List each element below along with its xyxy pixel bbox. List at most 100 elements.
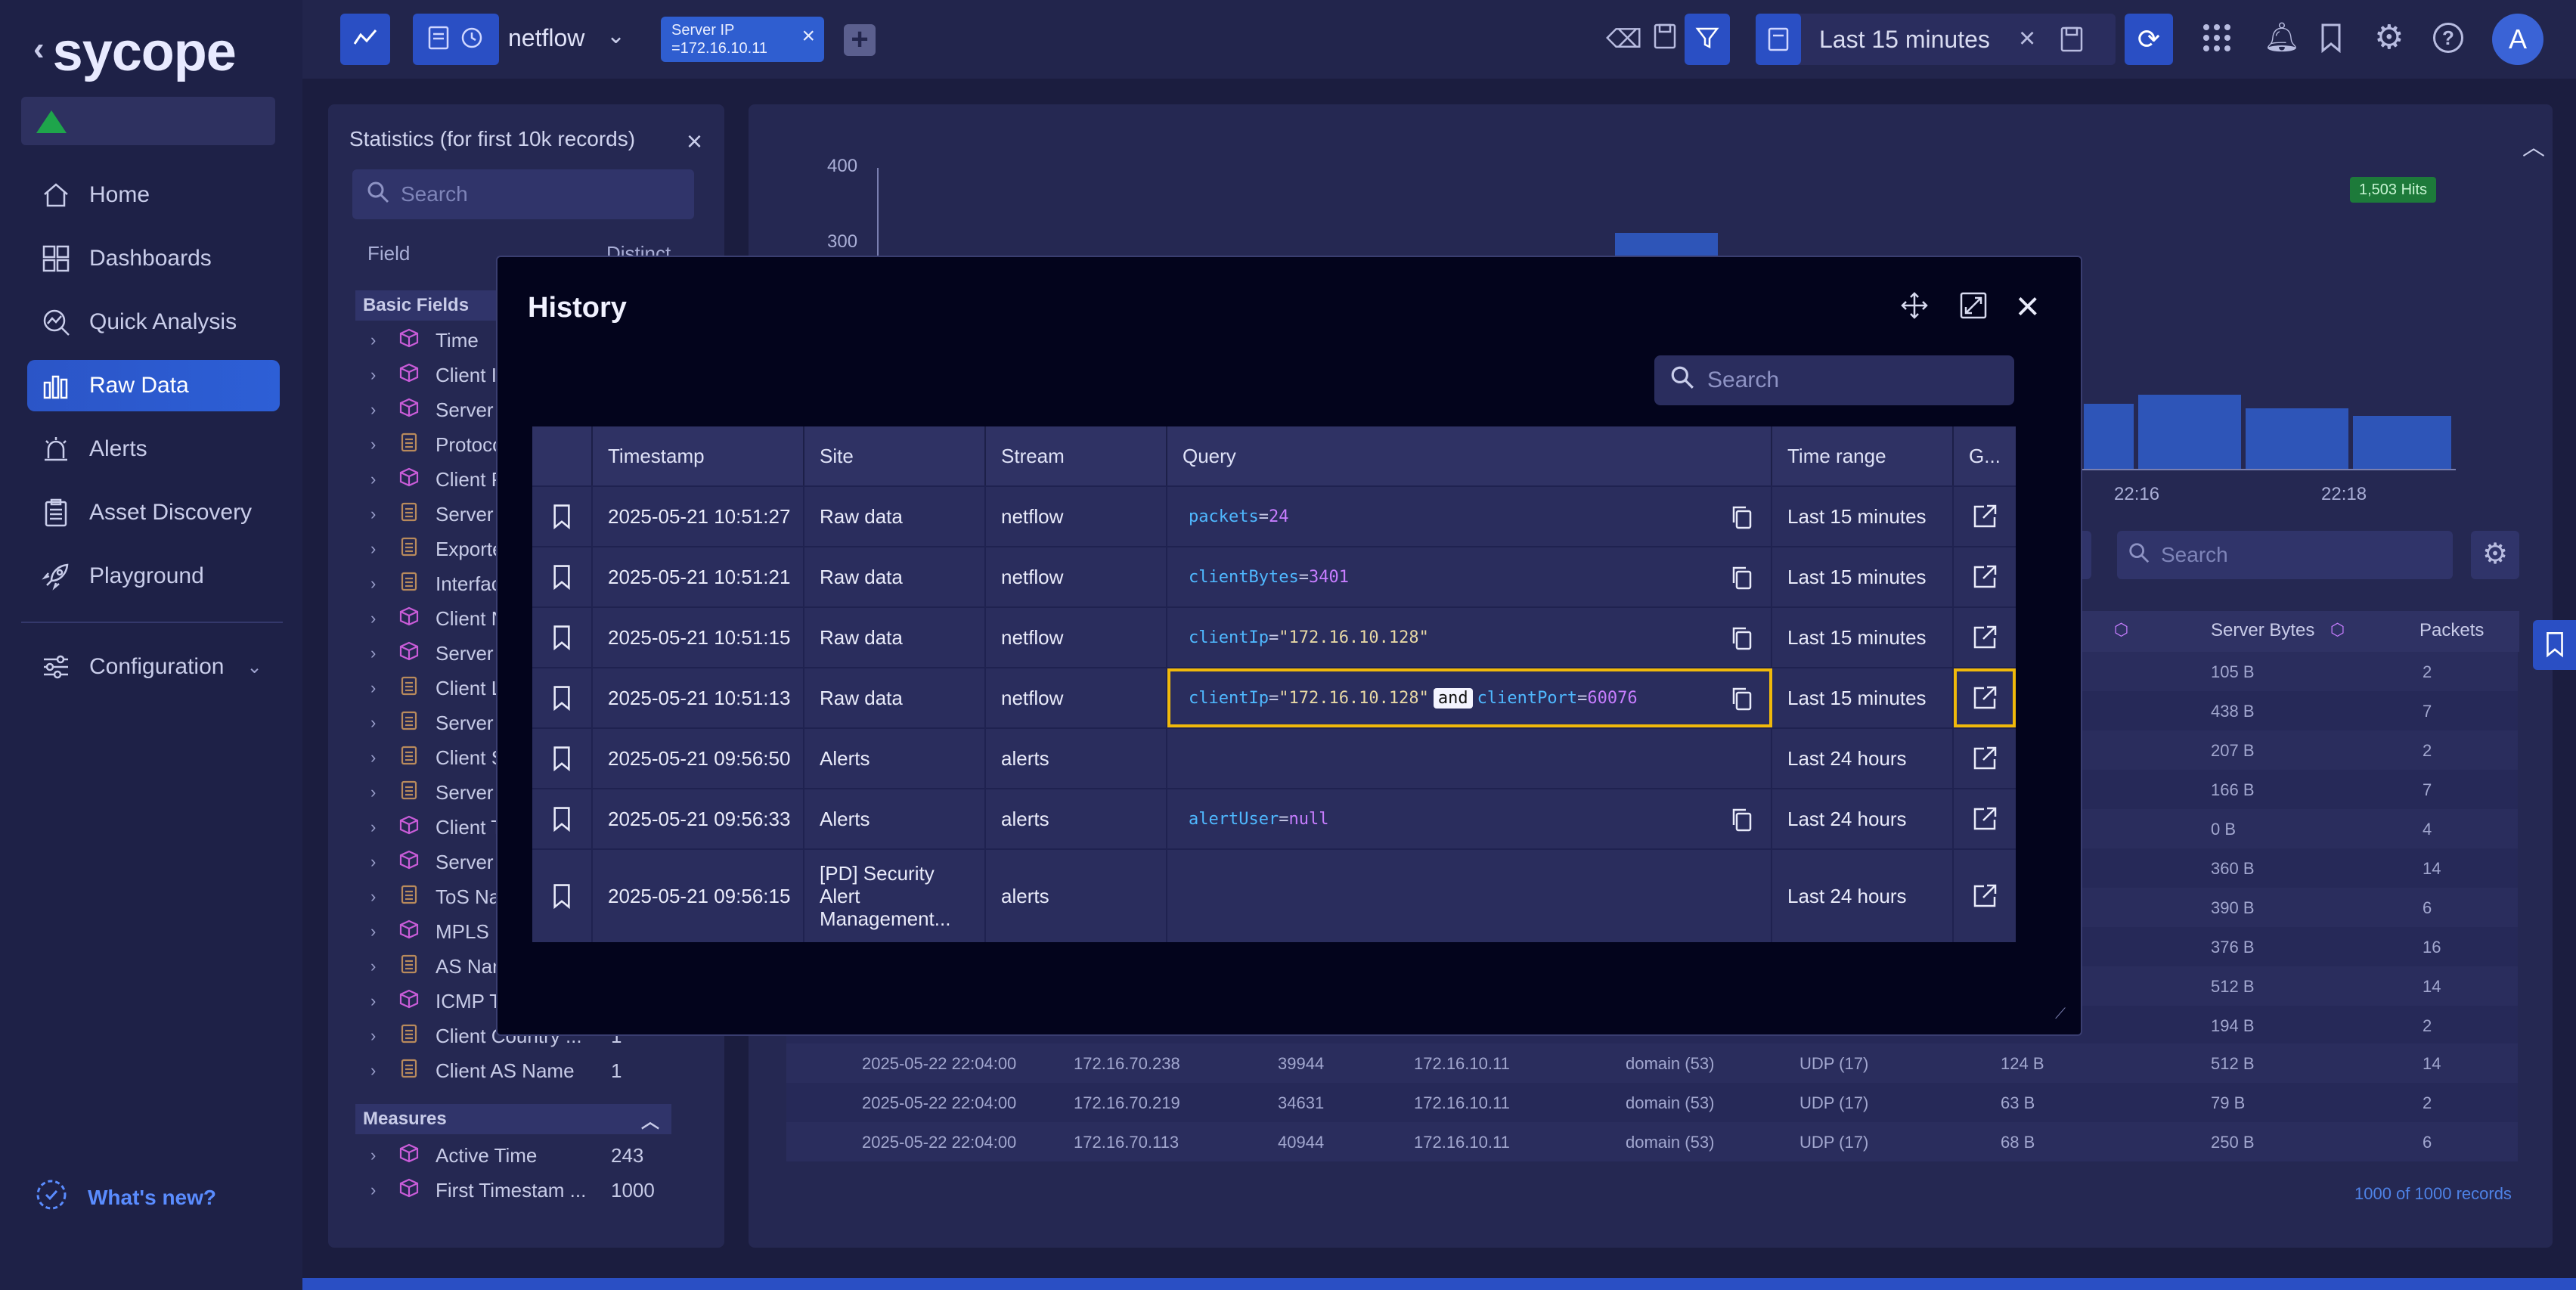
field-row[interactable]: › Client P: [370, 463, 504, 496]
history-row[interactable]: 2025-05-21 09:56:15 [PD] Security Alert M…: [532, 848, 2016, 942]
history-icon[interactable]: [459, 25, 485, 54]
field-row[interactable]: › Interfac: [370, 567, 501, 600]
move-icon[interactable]: [1899, 290, 1930, 324]
bookmark-icon[interactable]: [532, 487, 593, 546]
chevron-right-icon[interactable]: ›: [370, 1146, 386, 1165]
chevron-right-icon[interactable]: ›: [370, 539, 386, 559]
cell-query[interactable]: [1167, 850, 1772, 942]
bookmark-icon[interactable]: [532, 668, 593, 727]
open-query-icon[interactable]: [1954, 487, 2016, 546]
nav-asset-discovery[interactable]: Asset Discovery: [27, 487, 280, 538]
chevron-right-icon[interactable]: ›: [370, 748, 386, 767]
nav-dashboards[interactable]: Dashboards: [27, 233, 280, 284]
chevron-right-icon[interactable]: ›: [370, 643, 386, 663]
open-query-icon[interactable]: [1954, 547, 2016, 606]
field-row[interactable]: › Client L: [370, 671, 502, 705]
chevron-right-icon[interactable]: ›: [370, 991, 386, 1011]
field-row[interactable]: › Server I: [370, 393, 504, 426]
bookmark-icon[interactable]: [532, 547, 593, 606]
cell-query[interactable]: clientIp = "172.16.10.128" and clientPort …: [1167, 668, 1772, 727]
col-server-bytes[interactable]: Server Bytes: [2211, 620, 2314, 641]
whats-new-link[interactable]: What's new?: [33, 1177, 216, 1218]
stream-dropdown-chevron-icon[interactable]: ⌄: [606, 23, 625, 49]
bookmark-icon[interactable]: [532, 608, 593, 667]
open-query-icon[interactable]: [1954, 729, 2016, 788]
history-row[interactable]: 2025-05-21 10:51:13 Raw data netflow client…: [532, 667, 2016, 727]
col-go[interactable]: G...: [1954, 426, 2016, 485]
field-row[interactable]: › Client IP: [370, 358, 510, 392]
cell-query[interactable]: clientIp = "172.16.10.128": [1167, 608, 1772, 667]
chart-bar[interactable]: [2246, 408, 2348, 469]
save-query-icon[interactable]: [1653, 23, 1677, 54]
col-stream[interactable]: Stream: [986, 426, 1167, 485]
table-settings-icon[interactable]: ⚙: [2471, 531, 2519, 579]
field-row[interactable]: › Server N: [370, 637, 513, 670]
open-query-icon[interactable]: [1954, 668, 2016, 727]
chevron-right-icon[interactable]: ›: [370, 1026, 386, 1046]
resize-handle-icon[interactable]: ⟋: [2055, 1006, 2066, 1023]
open-query-icon[interactable]: [1954, 608, 2016, 667]
col-packets[interactable]: Packets: [2419, 620, 2484, 641]
measure-row[interactable]: › First Timestam ... 1000: [370, 1174, 655, 1207]
history-row[interactable]: 2025-05-21 10:51:27 Raw data netflow packet…: [532, 485, 2016, 546]
stream-selector[interactable]: netflow: [508, 24, 584, 52]
apps-grid-icon[interactable]: [2202, 23, 2232, 57]
cell-query[interactable]: packets = 24: [1167, 487, 1772, 546]
nav-playground[interactable]: Playground: [27, 550, 280, 602]
cell-query[interactable]: clientBytes = 3401: [1167, 547, 1772, 606]
nav-configuration[interactable]: Configuration ⌄: [27, 641, 280, 693]
saved-query-buttons[interactable]: [413, 14, 499, 65]
field-row[interactable]: › Server L: [370, 706, 510, 740]
chevron-right-icon[interactable]: ›: [370, 678, 386, 698]
field-row[interactable]: › Server P: [370, 498, 512, 531]
chevron-right-icon[interactable]: ›: [370, 400, 386, 420]
table-row[interactable]: 2025-05-22 22:04:00 172.16.70.219 34631 172…: [786, 1083, 2518, 1122]
chevron-right-icon[interactable]: ›: [370, 330, 386, 350]
col-time-range[interactable]: Time range: [1772, 426, 1954, 485]
help-icon[interactable]: ?: [2433, 23, 2463, 53]
nav-alerts[interactable]: Alerts: [27, 423, 280, 475]
table-row[interactable]: 2025-05-22 22:04:00 172.16.70.238 39944 172…: [786, 1043, 2518, 1083]
chevron-right-icon[interactable]: ›: [370, 887, 386, 907]
field-row[interactable]: › Time: [370, 324, 479, 357]
chevron-right-icon[interactable]: ›: [370, 504, 386, 524]
chevron-right-icon[interactable]: ›: [370, 783, 386, 802]
bookmark-icon[interactable]: [532, 729, 593, 788]
field-row[interactable]: › Server S: [370, 776, 512, 809]
logo[interactable]: ‹ sycope: [33, 21, 237, 83]
cell-query[interactable]: [1167, 729, 1772, 788]
measures-header[interactable]: Measures ︿: [355, 1104, 671, 1134]
collapse-chart-icon[interactable]: ︿: [2522, 129, 2545, 162]
copy-icon[interactable]: [1730, 565, 1753, 595]
nav-raw-data[interactable]: Raw Data: [27, 360, 280, 411]
field-row[interactable]: › Client S: [370, 741, 504, 774]
chevron-right-icon[interactable]: ›: [370, 574, 386, 594]
copy-icon[interactable]: [1730, 625, 1753, 656]
chevron-right-icon[interactable]: ›: [370, 365, 386, 385]
chevron-right-icon[interactable]: ›: [370, 1180, 386, 1200]
bell-icon[interactable]: 🔔︎: [2264, 21, 2300, 54]
bookmark-side-button[interactable]: [2533, 620, 2576, 670]
chart-bar[interactable]: [2084, 404, 2134, 469]
field-row[interactable]: › Server T: [370, 845, 510, 879]
field-row[interactable]: › ToS Nar: [370, 880, 507, 913]
copy-icon[interactable]: [1730, 807, 1753, 837]
nav-home[interactable]: Home: [27, 169, 280, 221]
table-search-input[interactable]: Search: [2117, 531, 2453, 579]
chevron-right-icon[interactable]: ›: [370, 852, 386, 872]
cell-query[interactable]: alertUser = null: [1167, 789, 1772, 848]
chevron-right-icon[interactable]: ›: [370, 470, 386, 489]
toolbar-button-edge[interactable]: [2082, 531, 2091, 579]
statistics-search-input[interactable]: Search: [352, 169, 694, 219]
close-statistics-icon[interactable]: ×: [687, 126, 702, 157]
save-time-icon[interactable]: [2060, 26, 2084, 57]
history-row[interactable]: 2025-05-21 09:56:50 Alerts alerts Last 24 h…: [532, 727, 2016, 788]
chevron-right-icon[interactable]: ›: [370, 609, 386, 628]
chart-bar[interactable]: [2138, 395, 2241, 469]
field-row[interactable]: › Client T: [370, 811, 503, 844]
clear-query-icon[interactable]: ⌫: [1606, 24, 1642, 54]
open-query-icon[interactable]: [1954, 850, 2016, 942]
col-query[interactable]: Query: [1167, 426, 1772, 485]
table-row[interactable]: 2025-05-22 22:04:00 172.16.70.113 40944 172…: [786, 1122, 2518, 1161]
bookmark-icon[interactable]: [532, 850, 593, 942]
